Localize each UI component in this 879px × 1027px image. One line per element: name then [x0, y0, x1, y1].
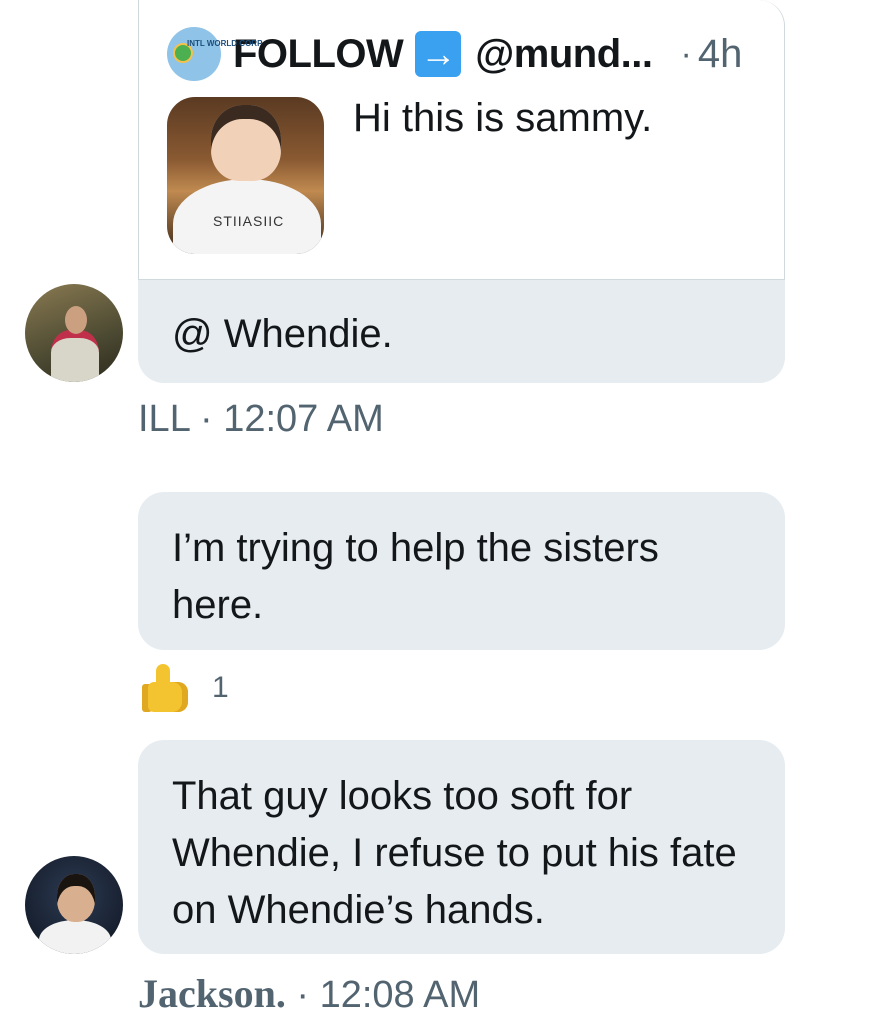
message-bubble-help[interactable]: I’m trying to help the sisters here. — [138, 492, 785, 650]
avatar-shirt — [39, 920, 111, 954]
message-meta-ill: ILL · 12:07 AM — [138, 398, 384, 441]
separator-dot: · — [680, 34, 692, 73]
avatar-ill[interactable] — [25, 284, 123, 382]
quoted-tweet-photo[interactable]: STIIASIIC — [167, 97, 324, 254]
right-arrow-icon: → — [415, 31, 462, 77]
message-author[interactable]: Jackson. — [138, 971, 286, 1016]
avatar-body — [51, 330, 99, 382]
message-author[interactable]: ILL — [138, 398, 189, 440]
message-text: @ Whendie. — [172, 312, 393, 356]
account-logo-avatar[interactable]: INTL WORLD CORP — [167, 27, 263, 81]
reaction-count: 1 — [212, 671, 229, 704]
avatar-face — [57, 874, 95, 922]
quoted-tweet-time[interactable]: 4h — [698, 32, 743, 77]
quoted-tweet-header: INTL WORLD CORP FOLLOW → @mund... · 4h — [167, 27, 764, 81]
photo-head — [211, 105, 281, 181]
photo-shirt-text: STIIASIIC — [213, 213, 285, 229]
separator-dot: · — [199, 398, 213, 440]
reaction-thumbs-up[interactable]: 1 — [140, 662, 229, 714]
thumb-palm — [148, 682, 188, 712]
avatar-jackson[interactable] — [25, 856, 123, 954]
logo-text: INTL WORLD CORP — [187, 39, 263, 48]
message-time: 12:07 AM — [223, 398, 384, 440]
message-bubble-jackson[interactable]: That guy looks too soft for Whendie, I r… — [138, 740, 785, 954]
message-time: 12:08 AM — [319, 974, 481, 1016]
thumbs-up-icon — [140, 662, 192, 714]
message-text: I’m trying to help the sisters here. — [172, 526, 659, 627]
quoted-tweet-card[interactable]: INTL WORLD CORP FOLLOW → @mund... · 4h S… — [138, 0, 785, 280]
message-meta-jackson: Jackson. · 12:08 AM — [138, 970, 480, 1017]
message-bubble-ill[interactable]: @ Whendie. — [138, 280, 785, 383]
separator-dot: · — [296, 974, 310, 1016]
message-text: That guy looks too soft for Whendie, I r… — [172, 774, 737, 932]
quoted-tweet-text: Hi this is sammy. — [353, 96, 653, 140]
avatar-face — [65, 306, 87, 334]
account-handle[interactable]: @mund... — [475, 32, 653, 77]
